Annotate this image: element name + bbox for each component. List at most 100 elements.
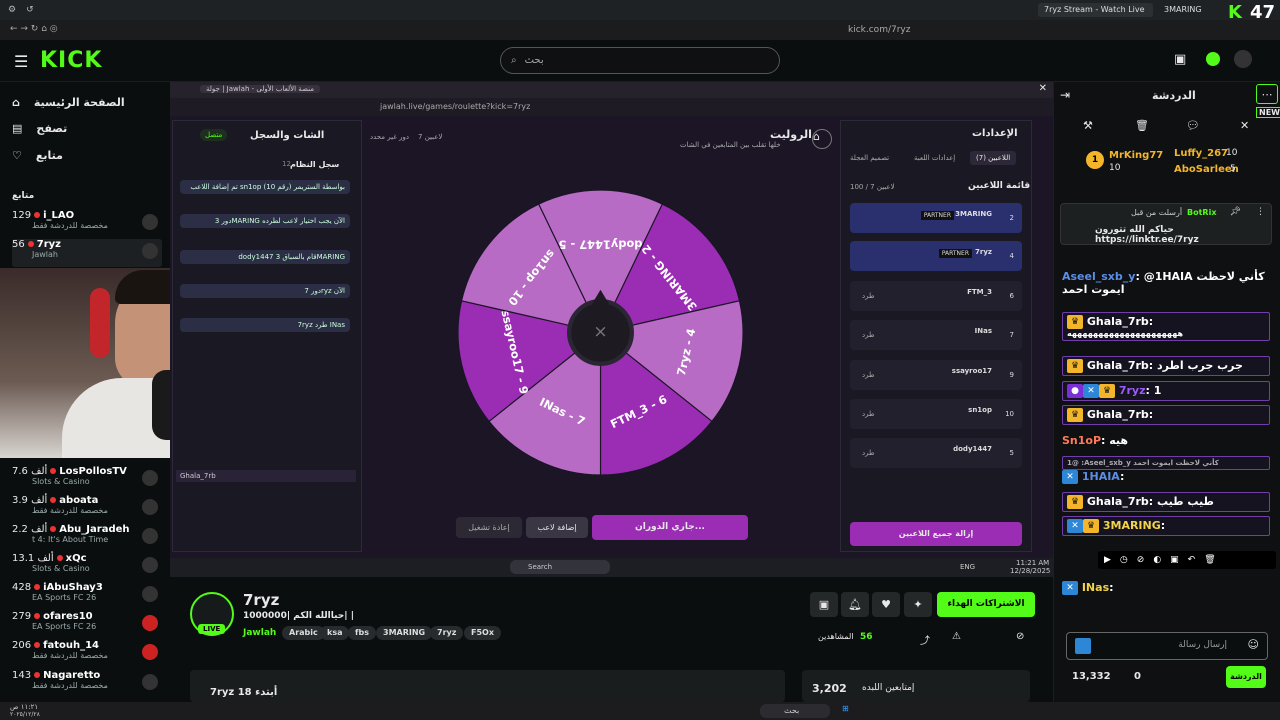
supporters-label: إمتابعين اللبده [862, 683, 915, 693]
nav-browse[interactable]: ▤ تصفح [12, 122, 67, 135]
chat-bubble-icon[interactable]: 💬︎ [1186, 119, 1200, 132]
theater-icon[interactable]: ▣ [1174, 52, 1186, 67]
headset-icon [90, 288, 110, 358]
search-placeholder: بحث [524, 55, 544, 66]
inner-tab-bar: جولة | Jawlah - منصة الألعاب الأولى ✕ [170, 82, 1053, 98]
chat-message: ♛ Ghala_7rb: طيب طيب [1062, 492, 1270, 512]
pin-icon[interactable]: 📌︎ [1230, 207, 1241, 217]
avatar [142, 499, 158, 515]
tab-players[interactable]: اللاعبين (7) [970, 151, 1017, 165]
system-message: دور 7ryz الآن [180, 284, 350, 298]
share-icon[interactable]: ⤴ [920, 632, 930, 647]
stream-tag[interactable]: 3MARING [376, 626, 433, 640]
gifter-name[interactable]: Luffy_267 [1174, 148, 1228, 159]
os-taskbar: ١١:٢١ ص ٢٠٢٥/١٢/٢٨ بحث ⊞ [0, 702, 1280, 720]
mute-icon[interactable]: ⊘ [1016, 631, 1024, 642]
kick-player-button[interactable]: طرد [862, 331, 875, 339]
sidebar-channel[interactable]: 7.6 ألف LosPollosTV Slots & Casino [12, 466, 162, 494]
win-time: 11:21 AM [1016, 559, 1050, 567]
more-icon[interactable]: ⋮ [1256, 207, 1265, 217]
pinned-user: BotRix [1187, 208, 1217, 217]
kick-player-button[interactable]: طرد [862, 292, 875, 300]
roulette-subtitle: خلها تقلب بين المتابعين في الشات [680, 141, 781, 149]
search-input[interactable]: ⌕ بحث [500, 47, 780, 74]
trash-icon[interactable]: 🗑︎ [1135, 119, 1149, 132]
roulette-wheel: dody1447 - 53MARING - 27ryz - 4FTM_3 - 6… [458, 190, 743, 475]
nav-home[interactable]: ⌂ الصفحة الرئيسية [12, 96, 125, 109]
gifter-name[interactable]: MrKing77 [1109, 150, 1163, 161]
emoji-icon[interactable]: ☺ [1248, 638, 1259, 651]
settings-title: الإعدادات [972, 128, 1018, 139]
sidebar-channel[interactable]: 2.2 ألف Abu_Jaradeh t 4: It's About Time [12, 524, 162, 552]
os-date: ٢٠٢٥/١٢/٢٨ [10, 711, 40, 718]
sword-icon[interactable]: ✕ [1240, 119, 1249, 132]
subscribe-button[interactable]: الاشتراكات الهداء [937, 592, 1035, 617]
tab-wheel-design[interactable]: تصميم العجلة [850, 154, 889, 162]
url-text[interactable]: kick.com/7ryz [848, 25, 910, 35]
os-search[interactable]: بحث [760, 704, 830, 718]
chat-message: ♛ Ghala_7rb: [1062, 405, 1270, 425]
browser-tab-active[interactable]: 7ryz Stream - Watch Live on Kick [1038, 3, 1153, 28]
sidebar-channel[interactable]: 143 Nagaretto مخصصة للدردشة فقط [12, 670, 162, 698]
kick-player-button[interactable]: طرد [862, 449, 875, 457]
chat-menu-icon[interactable]: ⋯ [1256, 84, 1278, 104]
player-row: 7ryz 4 PARTNER [850, 241, 1022, 271]
collapse-chat-icon[interactable]: ⇥ [1060, 88, 1070, 102]
supporters-count: 3,202 [812, 682, 847, 695]
inner-tab: جولة | Jawlah - منصة الألعاب الأولى [200, 85, 320, 93]
gifter-count: 10 [1109, 163, 1121, 173]
remove-all-button[interactable]: إزالة جميع اللاعبين [850, 522, 1022, 546]
kick-coin-icon[interactable] [1206, 52, 1220, 66]
avatar [142, 674, 158, 690]
stream-tag[interactable]: F5Ox [464, 626, 501, 640]
stream-tag[interactable]: Arabic [282, 626, 325, 640]
browser-tab[interactable]: 3MARING Stream - Watc... [1158, 3, 1228, 42]
supporters-panel: 3,202 إمتابعين اللبده [802, 670, 1030, 702]
bell-icon[interactable]: 🔔︎ [841, 592, 869, 617]
gifter-count: 5 [1230, 164, 1236, 174]
stream-tag[interactable]: fbs [348, 626, 376, 640]
report-icon[interactable]: ⚠ [952, 631, 961, 642]
sidebar-channel[interactable]: 428 iAbuShay3 EA Sports FC 26 [12, 582, 162, 610]
tab-game-settings[interactable]: إعدادات اللعبة [914, 154, 955, 162]
restart-button[interactable]: إعادة تشغيل [456, 517, 522, 538]
kick-logo[interactable]: KICK [40, 48, 102, 73]
sidebar-channel[interactable]: 279 ofares10 EA Sports FC 26 [12, 611, 162, 639]
nav-following[interactable]: ♡ متابع [12, 149, 63, 162]
avatar[interactable] [1234, 50, 1252, 68]
stream-tag[interactable]: 7ryz [430, 626, 464, 640]
chat-send-button[interactable]: الدردشة [1226, 666, 1266, 688]
chat-input-placeholder: إرسال رسالة [1178, 640, 1227, 650]
clip-icon[interactable]: ▣ [810, 592, 838, 617]
heart-button[interactable]: ♥ [872, 592, 900, 617]
stream-tag[interactable]: ksa [320, 626, 350, 640]
sidebar-channel[interactable]: 13.1 ألف xQc Slots & Casino [12, 553, 162, 581]
stream-taskbar: Search 11:21 AM 12/28/2025 ENG [170, 558, 1053, 577]
avatar [142, 528, 158, 544]
gift-icon[interactable]: ✦ [904, 592, 932, 617]
address-bar[interactable]: kick.com/7ryz ← → ↻ ⌂ ◎ [0, 20, 1280, 40]
home-icon[interactable]: ⌂ [812, 129, 832, 149]
system-message: dody1447 قام بالسباق 3MARING [180, 250, 350, 264]
chat-input[interactable]: إرسال رسالة ☺ [1066, 632, 1268, 660]
stream-category[interactable]: Jawlah [243, 628, 276, 638]
sidebar-channel-active[interactable]: 56 7ryz Jawlah [12, 239, 162, 267]
browse-icon: ▤ [12, 122, 23, 135]
menu-icon[interactable]: ☰ [14, 52, 28, 71]
sidebar-channel[interactable]: 3.9 ألف aboata مخصصة للدردشة فقط [12, 495, 162, 523]
channel-name[interactable]: 7ryz [243, 591, 279, 609]
add-player-button[interactable]: إضافة لاعب [526, 517, 588, 538]
browser-icons: ← → ↻ ⌂ ◎ [10, 24, 58, 34]
hammer-icon[interactable]: ⚒ [1083, 119, 1093, 132]
zero-count: 0 [1134, 671, 1141, 682]
kick-player-button[interactable]: طرد [862, 371, 875, 379]
back-icon[interactable]: ↺ [26, 5, 34, 15]
spinning-button[interactable]: جاري الدوران... [592, 515, 748, 540]
windows-icon[interactable]: ⊞ [842, 704, 849, 713]
sidebar-channel[interactable]: 129 i_LAO مخصصة للدردشة فقط [12, 210, 162, 238]
kick-player-button[interactable]: طرد [862, 410, 875, 418]
sidebar-channel[interactable]: 206 fatouh_14 مخصصة للدردشة فقط [12, 640, 162, 668]
chat-media-controls[interactable]: ▶◷⊘◐▣↶🗑︎ [1098, 551, 1276, 569]
following-heading: متابع [12, 191, 35, 201]
window-menu-icon[interactable]: ⚙ [8, 5, 16, 15]
